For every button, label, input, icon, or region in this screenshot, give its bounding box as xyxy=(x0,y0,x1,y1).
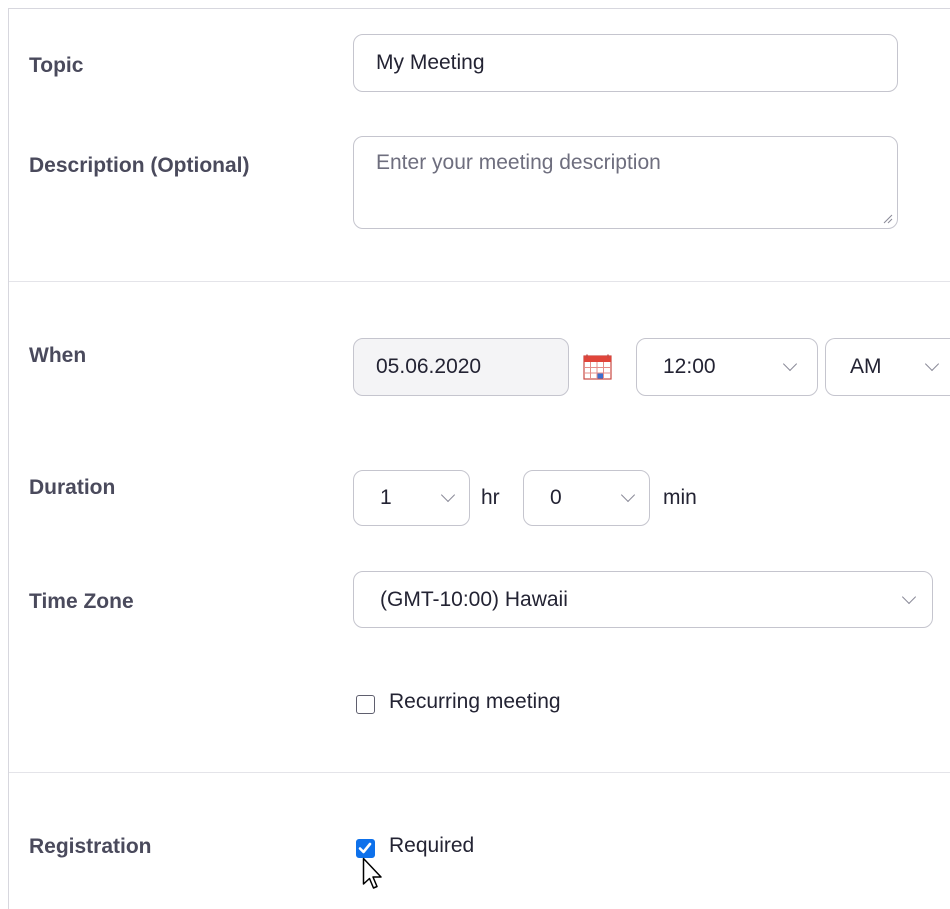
chevron-down-icon xyxy=(440,487,456,503)
section-divider xyxy=(9,772,950,773)
chevron-down-icon xyxy=(924,356,940,372)
description-placeholder: Enter your meeting description xyxy=(376,151,661,174)
topic-label: Topic xyxy=(29,54,84,77)
description-label: Description (Optional) xyxy=(29,154,250,177)
date-value: 05.06.2020 xyxy=(376,355,482,378)
chevron-down-icon xyxy=(782,356,798,372)
topic-input[interactable]: My Meeting xyxy=(353,34,898,92)
resize-grip-icon[interactable] xyxy=(881,212,893,224)
checkmark-icon xyxy=(358,842,372,854)
ampm-select[interactable]: AM xyxy=(825,338,950,396)
when-label: When xyxy=(29,344,87,367)
registration-label: Registration xyxy=(29,835,152,858)
time-select[interactable]: 12:00 xyxy=(636,338,818,396)
timezone-value: (GMT-10:00) Hawaii xyxy=(380,587,568,611)
hours-value: 1 xyxy=(380,486,392,509)
calendar-icon[interactable] xyxy=(583,354,613,380)
registration-required-label[interactable]: Required xyxy=(389,834,474,858)
mouse-pointer-icon xyxy=(362,857,382,889)
registration-required-checkbox[interactable] xyxy=(356,839,375,858)
minutes-unit: min xyxy=(663,486,697,509)
hours-unit: hr xyxy=(481,486,500,509)
date-input[interactable]: 05.06.2020 xyxy=(353,338,569,396)
description-textarea[interactable]: Enter your meeting description xyxy=(353,136,898,229)
recurring-label[interactable]: Recurring meeting xyxy=(389,690,561,714)
chevron-down-icon xyxy=(620,487,636,503)
time-value: 12:00 xyxy=(663,355,716,378)
recurring-checkbox[interactable] xyxy=(356,695,375,714)
duration-minutes-select[interactable]: 0 xyxy=(523,470,650,526)
ampm-value: AM xyxy=(850,355,882,378)
timezone-select[interactable]: (GMT-10:00) Hawaii xyxy=(353,571,933,628)
topic-value: My Meeting xyxy=(376,51,485,74)
section-divider xyxy=(9,281,950,282)
schedule-meeting-form: Topic My Meeting Description (Optional) … xyxy=(8,8,950,909)
timezone-label: Time Zone xyxy=(29,590,134,613)
minutes-value: 0 xyxy=(550,486,562,509)
chevron-down-icon xyxy=(901,589,917,604)
duration-hours-select[interactable]: 1 xyxy=(353,470,470,526)
duration-label: Duration xyxy=(29,476,116,499)
